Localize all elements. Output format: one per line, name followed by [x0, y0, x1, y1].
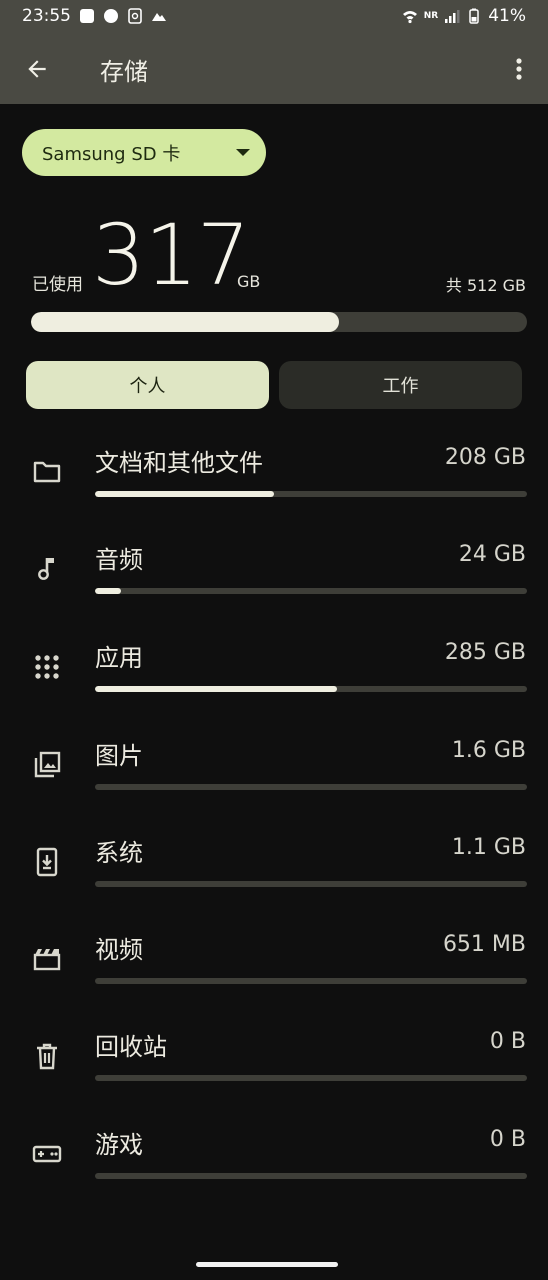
category-name: 视频: [95, 936, 143, 964]
category-row-trash[interactable]: 回收站 0 B: [0, 1025, 548, 1122]
folder-icon: [32, 457, 62, 487]
category-progress-bar: [95, 881, 527, 887]
category-name: 游戏: [95, 1131, 143, 1159]
cellular-signal-icon: [445, 10, 460, 23]
dropdown-arrow-icon: [236, 149, 250, 156]
category-name: 音频: [95, 546, 143, 574]
category-size: 0 B: [489, 1127, 526, 1152]
more-options-button[interactable]: [504, 52, 534, 86]
trash-icon: [32, 1041, 62, 1071]
category-row-documents[interactable]: 文档和其他文件 208 GB: [0, 441, 548, 538]
category-progress-bar: [95, 491, 527, 497]
used-value: 317: [92, 206, 250, 304]
notification-mountain-icon: [152, 13, 166, 21]
music-note-icon: [32, 554, 62, 584]
apps-grid-icon: [32, 652, 62, 682]
tab-work[interactable]: 工作: [279, 361, 522, 409]
category-name: 应用: [95, 644, 143, 672]
system-update-icon: [32, 847, 62, 877]
storage-volume-label: Samsung SD 卡: [42, 143, 181, 165]
storage-volume-dropdown[interactable]: Samsung SD 卡: [22, 129, 266, 176]
tab-personal[interactable]: 个人: [26, 361, 269, 409]
category-name: 文档和其他文件: [95, 449, 263, 477]
back-button[interactable]: [20, 52, 54, 86]
status-right: NR 41%: [402, 6, 526, 26]
wifi-icon: [402, 11, 417, 24]
total-capacity: 共 512 GB: [445, 276, 526, 295]
category-row-images[interactable]: 图片 1.6 GB: [0, 734, 548, 831]
category-name: 图片: [95, 742, 143, 770]
category-progress-bar: [95, 1075, 527, 1081]
category-progress-bar: [95, 784, 527, 790]
movie-icon: [32, 944, 62, 974]
category-progress-fill: [95, 588, 121, 594]
category-size: 24 GB: [458, 542, 526, 567]
status-left: 23:55: [22, 6, 167, 26]
category-size: 651 MB: [442, 932, 526, 957]
category-row-apps[interactable]: 应用 285 GB: [0, 636, 548, 733]
arrow-back-icon: [28, 60, 46, 78]
category-progress-fill: [95, 491, 275, 497]
photo-library-icon: [32, 750, 62, 780]
home-indicator[interactable]: [196, 1262, 338, 1267]
category-progress-bar: [95, 588, 527, 594]
gamepad-icon: [32, 1139, 62, 1169]
category-size: 285 GB: [444, 640, 526, 665]
notification-circle-icon: [104, 9, 118, 23]
category-size: 208 GB: [444, 445, 526, 470]
more-vert-icon: [516, 58, 522, 80]
notification-app-icon: [80, 9, 94, 23]
category-size: 0 B: [489, 1029, 526, 1054]
battery-percent: 41%: [488, 6, 526, 26]
category-name: 回收站: [95, 1033, 167, 1061]
used-prefix-label: 已使用: [32, 275, 83, 295]
category-size: 1.6 GB: [451, 738, 526, 763]
category-progress-bar: [95, 1173, 527, 1179]
category-row-audio[interactable]: 音频 24 GB: [0, 538, 548, 635]
category-progress-bar: [95, 978, 527, 984]
category-size: 1.1 GB: [451, 835, 526, 860]
category-name: 系统: [95, 839, 143, 867]
category-row-videos[interactable]: 视频 651 MB: [0, 928, 548, 1025]
page-title: 存储: [100, 58, 148, 86]
used-unit: GB: [237, 272, 261, 291]
network-type-label: NR: [423, 10, 439, 21]
tab-work-label: 工作: [382, 376, 419, 397]
status-bar: 23:55 NR 41%: [0, 0, 548, 32]
tab-personal-label: 个人: [129, 376, 166, 397]
category-row-games[interactable]: 游戏 0 B: [0, 1123, 548, 1220]
category-progress-fill: [95, 686, 337, 692]
status-time: 23:55: [22, 6, 71, 26]
notification-square-icon: [128, 8, 142, 24]
battery-icon: [469, 8, 479, 24]
category-row-system[interactable]: 系统 1.1 GB: [0, 831, 548, 928]
category-progress-bar: [95, 686, 527, 692]
total-usage-progress-bar: [31, 312, 527, 332]
total-usage-fill: [31, 312, 339, 332]
app-bar: 存储: [0, 32, 548, 104]
